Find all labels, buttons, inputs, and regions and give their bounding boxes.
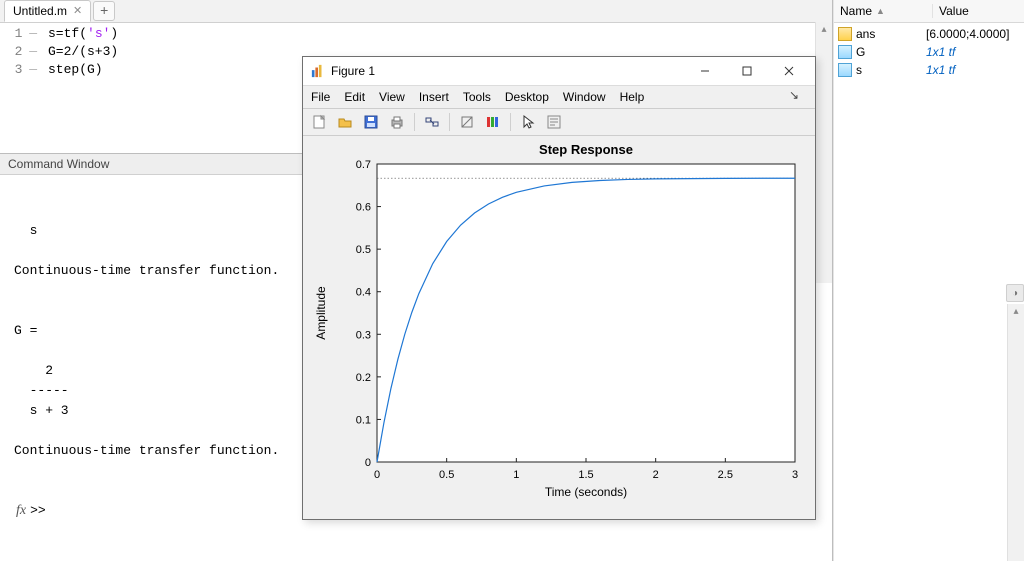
var-name: ans <box>856 27 875 41</box>
dock-icon[interactable]: ↘ <box>789 88 807 106</box>
svg-text:2.5: 2.5 <box>718 469 733 481</box>
svg-text:3: 3 <box>792 469 798 481</box>
menu-view[interactable]: View <box>379 90 405 104</box>
figure-titlebar[interactable]: Figure 1 <box>303 57 815 86</box>
svg-text:1: 1 <box>513 469 519 481</box>
var-name: s <box>856 63 862 77</box>
svg-text:2: 2 <box>653 469 659 481</box>
menu-file[interactable]: File <box>311 90 330 104</box>
workspace-var-ans[interactable]: ans [6.0000;4.0000] <box>834 25 1024 43</box>
toolbar-open-button[interactable] <box>333 110 357 134</box>
var-icon <box>838 63 852 77</box>
tab-label: Untitled.m <box>13 4 67 18</box>
menu-edit[interactable]: Edit <box>344 90 365 104</box>
menu-tools[interactable]: Tools <box>463 90 491 104</box>
new-tab-button[interactable]: + <box>93 1 115 21</box>
toolbar-new-button[interactable] <box>307 110 331 134</box>
menu-insert[interactable]: Insert <box>419 90 449 104</box>
sort-asc-icon: ▲ <box>876 6 885 16</box>
toolbar-annotations-button[interactable] <box>542 110 566 134</box>
workspace-var-G[interactable]: G 1x1 tf <box>834 43 1024 61</box>
svg-text:0.7: 0.7 <box>356 159 371 171</box>
prompt: >> <box>30 501 46 521</box>
svg-text:Step Response: Step Response <box>539 142 633 157</box>
maximize-button[interactable] <box>729 60 765 82</box>
workspace-var-s[interactable]: s 1x1 tf <box>834 61 1024 79</box>
figure-title: Figure 1 <box>331 64 681 78</box>
var-icon <box>838 45 852 59</box>
toolbar-link-button[interactable] <box>420 110 444 134</box>
svg-text:Amplitude: Amplitude <box>314 286 328 340</box>
menu-window[interactable]: Window <box>563 90 606 104</box>
editor-tabbar: Untitled.m ✕ + <box>0 0 832 23</box>
workspace-col-name[interactable]: Name ▲ <box>834 4 933 18</box>
fx-icon[interactable]: fx <box>16 501 26 521</box>
toolbar-rotate-button[interactable] <box>455 110 479 134</box>
svg-text:0.2: 0.2 <box>356 372 371 384</box>
menu-desktop[interactable]: Desktop <box>505 90 549 104</box>
close-button[interactable] <box>771 60 807 82</box>
toolbar-colorbar-button[interactable] <box>481 110 505 134</box>
svg-text:Time (seconds): Time (seconds) <box>545 485 627 499</box>
svg-text:0.5: 0.5 <box>356 244 371 256</box>
var-icon <box>838 27 852 41</box>
figure-window[interactable]: Figure 1 File Edit View Insert Tools Desktop W… <box>302 56 816 520</box>
svg-text:0.3: 0.3 <box>356 329 371 341</box>
var-value: 1x1 tf <box>920 63 1024 77</box>
svg-text:0.6: 0.6 <box>356 202 371 214</box>
figure-menubar: File Edit View Insert Tools Desktop Window Help… <box>303 86 815 109</box>
matlab-figure-icon <box>311 64 325 78</box>
code-line[interactable]: s=tf('s') <box>48 25 832 43</box>
toolbar-save-button[interactable] <box>359 110 383 134</box>
close-icon[interactable]: ✕ <box>73 6 82 17</box>
panel-collapse-handle[interactable]: ◑ <box>1006 284 1024 302</box>
cmd-scrollbar[interactable]: ▴ <box>1007 304 1024 561</box>
minimize-button[interactable] <box>687 60 723 82</box>
svg-text:0.4: 0.4 <box>356 287 371 299</box>
workspace-panel: Name ▲ Value ans [6.0000;4.0000] G 1x1 tf s 1… <box>833 0 1024 561</box>
menu-help[interactable]: Help <box>620 90 645 104</box>
workspace-col-value[interactable]: Value <box>933 4 1024 18</box>
figure-axes[interactable]: Step Response 0 0.1 0.2 0.3 0.4 0.5 0.6 0.7 0 0.5 1… <box>303 136 815 519</box>
toolbar-print-button[interactable] <box>385 110 409 134</box>
editor-tab-untitled[interactable]: Untitled.m ✕ <box>4 0 91 22</box>
svg-text:0.5: 0.5 <box>439 469 454 481</box>
var-name: G <box>856 45 865 59</box>
figure-toolbar <box>303 109 815 136</box>
svg-text:1.5: 1.5 <box>578 469 593 481</box>
toolbar-pointer-button[interactable] <box>516 110 540 134</box>
svg-text:0.1: 0.1 <box>356 414 371 426</box>
svg-text:0: 0 <box>365 457 371 469</box>
var-value: [6.0000;4.0000] <box>920 27 1024 41</box>
editor-scrollbar[interactable]: ▴ <box>815 22 832 283</box>
svg-text:0: 0 <box>374 469 380 481</box>
workspace-header: Name ▲ Value <box>834 0 1024 23</box>
var-value: 1x1 tf <box>920 45 1024 59</box>
